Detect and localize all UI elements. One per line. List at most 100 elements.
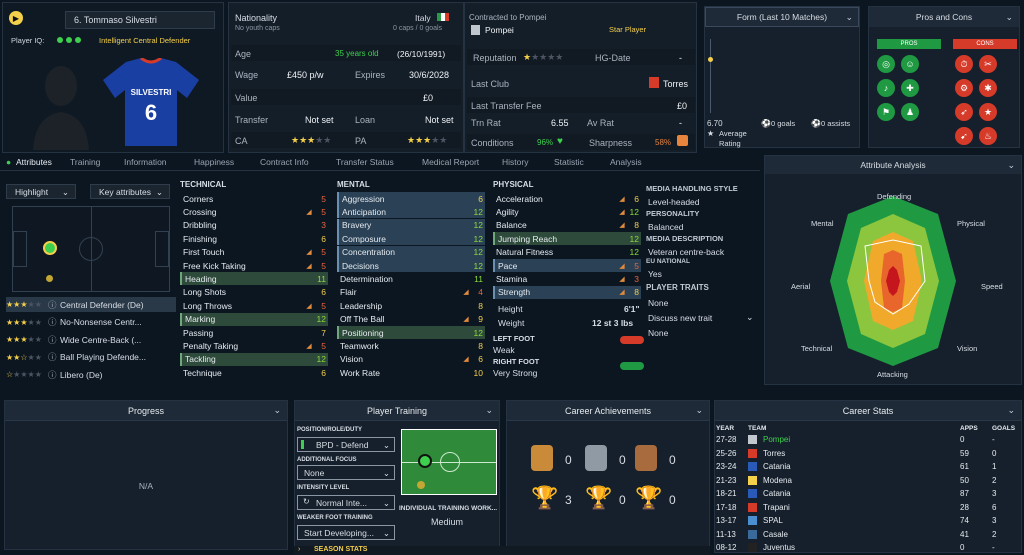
attribute-row[interactable]: Leadership 8 — [337, 299, 485, 312]
career-team[interactable]: Juventus — [763, 543, 960, 552]
attribute-row[interactable]: Off The Ball ◢ 9 — [337, 313, 485, 326]
career-team[interactable]: Casale — [763, 530, 960, 539]
attribute-row[interactable]: Flair ◢ 4 — [337, 286, 485, 299]
tab-happiness[interactable]: Happiness — [194, 157, 234, 167]
career-row[interactable]: 27-28 Pompei 0 - — [716, 433, 1022, 446]
attribute-row[interactable]: Technique 6 — [180, 366, 328, 379]
career-row[interactable]: 08-12 Juventus 0 - — [716, 541, 1022, 554]
role-item[interactable]: ★★★★★ ⓘ No-Nonsense Centr... — [6, 315, 176, 330]
tab-medical-report[interactable]: Medical Report — [422, 157, 479, 167]
attribute-row[interactable]: Composure 12 — [337, 232, 485, 246]
role-item[interactable]: ★★☆★★ ⓘ Ball Playing Defende... — [6, 350, 176, 365]
attribute-row[interactable]: Long Shots 6 — [180, 286, 328, 299]
role-item[interactable]: ★★★★★ ⓘ Wide Centre-Back (... — [6, 332, 176, 347]
role-item[interactable]: ★★★★★ ⓘ Central Defender (De) — [6, 297, 176, 312]
pro-whistle-icon[interactable]: ♪ — [877, 79, 895, 97]
form-title[interactable]: Form (Last 10 Matches) — [705, 7, 859, 27]
attribute-row[interactable]: Concentration 12 — [337, 245, 485, 259]
attribute-row[interactable]: Vision ◢ 6 — [337, 353, 485, 366]
career-row[interactable]: 11-13 Casale 41 2 — [716, 528, 1022, 541]
club-name[interactable]: Pompei — [485, 25, 514, 35]
attribute-row[interactable]: Long Throws ◢ 5 — [180, 299, 328, 312]
tab-attributes[interactable]: Attributes — [16, 157, 52, 167]
con-dribble-icon[interactable]: ⚙ — [955, 79, 973, 97]
con-scissors-icon[interactable]: ✂ — [979, 55, 997, 73]
pro-fitness-icon[interactable]: ✚ — [901, 79, 919, 97]
attribute-row[interactable]: Bravery 12 — [337, 218, 485, 232]
career-team[interactable]: Catania — [763, 489, 960, 498]
role-item[interactable]: ☆★★★★ ⓘ Libero (De) — [6, 367, 176, 382]
attribute-row[interactable]: Decisions 12 — [337, 259, 485, 272]
career-row[interactable]: 17-18 Trapani 28 6 — [716, 501, 1022, 514]
con-foot-icon[interactable]: ♨ — [979, 127, 997, 145]
role-duty-dropdown[interactable]: BPD - Defend ⌄ — [297, 437, 395, 452]
con-shot-icon[interactable]: ➹ — [955, 127, 973, 145]
intensity-dropdown[interactable]: Normal Inte... ⌄ — [297, 495, 395, 510]
loan-status[interactable]: Not set — [425, 115, 454, 125]
attribute-row[interactable]: Work Rate 10 — [337, 366, 485, 379]
career-team[interactable]: Trapani — [763, 503, 960, 512]
attribute-row[interactable]: Finishing 6 — [180, 232, 328, 245]
attribute-row[interactable]: Free Kick Taking ◢ 5 — [180, 259, 328, 272]
attribute-row[interactable]: Positioning 12 — [337, 326, 485, 339]
attribute-row[interactable]: Passing 7 — [180, 326, 328, 339]
attribute-row[interactable]: Crossing ◢ 5 — [180, 205, 328, 218]
additional-focus-dropdown[interactable]: None ⌄ — [297, 465, 395, 480]
attribute-row[interactable]: Pace ◢ 5 — [493, 259, 641, 272]
tab-history[interactable]: History — [502, 157, 528, 167]
tab-analysis[interactable]: Analysis — [610, 157, 642, 167]
con-setpiece-icon[interactable]: ✱ — [979, 79, 997, 97]
attribute-row[interactable]: First Touch ◢ 5 — [180, 246, 328, 259]
weak-foot-dropdown[interactable]: Start Developing... ⌄ — [297, 525, 395, 540]
pro-head-icon[interactable]: ☺ — [901, 55, 919, 73]
tab-contract-info[interactable]: Contract Info — [260, 157, 309, 167]
transfer-status[interactable]: Not set — [305, 115, 334, 125]
attribute-row[interactable]: Anticipation 12 — [337, 205, 485, 219]
pro-target-icon[interactable]: ◎ — [877, 55, 895, 73]
attribute-row[interactable]: Teamwork 8 — [337, 339, 485, 352]
tab-training[interactable]: Training — [70, 157, 100, 167]
attribute-row[interactable]: Penalty Taking ◢ 5 — [180, 339, 328, 352]
last-club[interactable]: Torres — [663, 79, 688, 89]
tab-statistic[interactable]: Statistic — [554, 157, 584, 167]
discuss-trait-dropdown[interactable]: Discuss new trait — [648, 313, 712, 323]
career-team[interactable]: Pompei — [763, 435, 960, 444]
info-icon[interactable]: ⓘ — [48, 299, 60, 311]
attribute-row[interactable]: Dribbling 3 — [180, 219, 328, 232]
attribute-row[interactable]: Strength ◢ 8 — [493, 285, 641, 299]
attribute-row[interactable]: Corners 5 — [180, 192, 328, 205]
info-icon[interactable]: ⓘ — [48, 334, 60, 346]
attribute-row[interactable]: Acceleration ◢ 6 — [493, 192, 641, 205]
career-team[interactable]: SPAL — [763, 516, 960, 525]
career-row[interactable]: 25-26 Torres 59 0 — [716, 447, 1022, 460]
tab-transfer-status[interactable]: Transfer Status — [336, 157, 394, 167]
info-icon[interactable]: ⓘ — [48, 316, 60, 328]
career-team[interactable]: Catania — [763, 462, 960, 471]
nation[interactable]: Italy — [415, 13, 431, 23]
career-row[interactable]: 21-23 Modena 50 2 — [716, 474, 1022, 487]
attribute-row[interactable]: Heading 11 — [180, 272, 328, 286]
attribute-row[interactable]: Determination 11 — [337, 272, 485, 285]
attribute-row[interactable]: Tackling 12 — [180, 352, 328, 366]
attribute-row[interactable]: Marking 12 — [180, 312, 328, 326]
career-row[interactable]: 23-24 Catania 61 1 — [716, 460, 1022, 473]
attribute-row[interactable]: Natural Fitness 12 — [493, 246, 641, 259]
career-team[interactable]: Torres — [763, 449, 960, 458]
pro-boot-icon[interactable]: ⚑ — [877, 103, 895, 121]
career-row[interactable]: 18-21 Catania 87 3 — [716, 487, 1022, 500]
highlight-dropdown[interactable]: Highlight ⌄ — [6, 184, 76, 199]
career-team[interactable]: Modena — [763, 476, 960, 485]
season-stats-title[interactable]: SEASON STATS — [314, 546, 367, 553]
pro-player-icon[interactable]: ♟ — [901, 103, 919, 121]
con-stopwatch-icon[interactable]: ⏱ — [955, 55, 973, 73]
con-star-icon[interactable]: ★ — [979, 103, 997, 121]
attribute-row[interactable]: Stamina ◢ 3 — [493, 272, 641, 285]
career-row[interactable]: 13-17 SPAL 74 3 — [716, 514, 1022, 527]
con-pass-icon[interactable]: ➶ — [955, 103, 973, 121]
attribute-row[interactable]: Aggression 6 — [337, 192, 485, 205]
tab-information[interactable]: Information — [124, 157, 167, 167]
attribute-row[interactable]: Agility ◢ 12 — [493, 205, 641, 218]
info-icon[interactable]: ⓘ — [48, 369, 60, 381]
key-attributes-dropdown[interactable]: Key attributes ⌄ — [90, 184, 170, 199]
attribute-row[interactable]: Jumping Reach 12 — [493, 232, 641, 246]
